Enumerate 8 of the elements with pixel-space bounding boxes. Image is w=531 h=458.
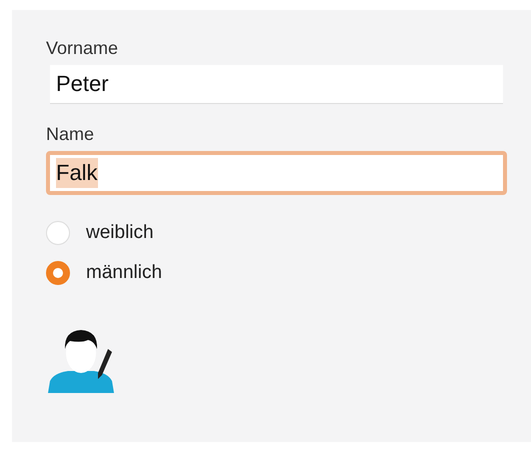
radio-button[interactable] [46,261,70,285]
user-edit-icon [46,327,116,393]
radio-label[interactable]: weiblich [86,222,154,244]
radio-label[interactable]: männlich [86,262,162,284]
text-field[interactable]: Peter [50,65,503,104]
field-label: Name [46,124,96,145]
text-field[interactable]: Falk [46,151,507,195]
field-label: Vorname [46,38,120,59]
